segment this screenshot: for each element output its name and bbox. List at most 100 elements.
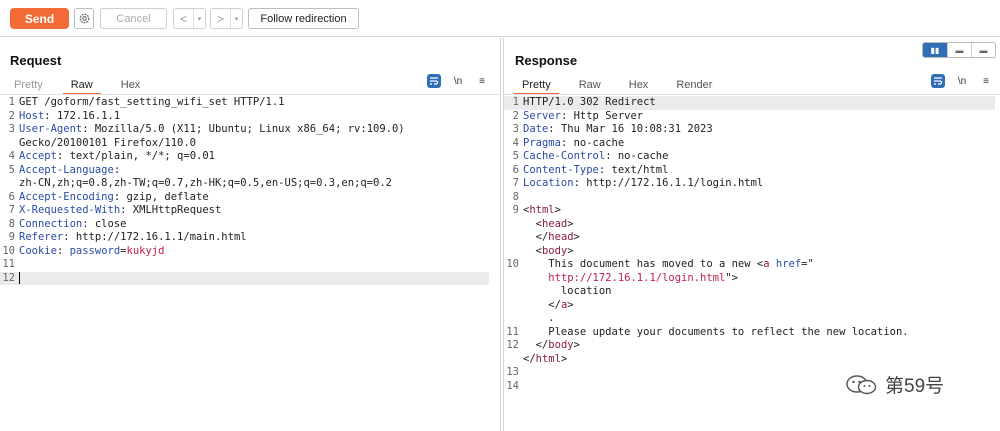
tab-render[interactable]: Render: [662, 75, 726, 94]
newline-toggle[interactable]: \n: [451, 74, 465, 88]
code-line[interactable]: 8: [504, 191, 1000, 205]
code-line[interactable]: 8 Connection: close: [0, 218, 500, 232]
line-number: 5: [8, 163, 15, 176]
token: : text/html: [598, 163, 669, 176]
layout-tabbed-button[interactable]: ▬: [971, 43, 995, 57]
chevron-down-icon[interactable]: ▾: [194, 15, 205, 23]
watermark: 第59号: [845, 371, 944, 398]
word-wrap-icon[interactable]: [427, 74, 441, 88]
token: Content-Type: [523, 163, 599, 176]
line-number: [504, 218, 523, 232]
request-tools: \n ≡: [427, 74, 489, 88]
wechat-icon: [846, 374, 877, 394]
line-text: </a>: [523, 299, 573, 313]
code-line[interactable]: 5 Cache-Control: no-cache: [504, 150, 1000, 164]
token: head: [548, 231, 574, 243]
code-line[interactable]: 2 Host: 172.16.1.1: [0, 110, 500, 124]
response-viewer[interactable]: 1 HTTP/1.0 302 Redirect 2 Server: Http Serv…: [504, 96, 1000, 393]
tab-hex[interactable]: Hex: [615, 75, 663, 94]
code-line[interactable]: 4 Pragma: no-cache: [504, 137, 1000, 151]
menu-icon[interactable]: ≡: [475, 74, 489, 88]
code-line[interactable]: 10 This document has moved to a new <a h…: [504, 258, 1000, 272]
tab-pretty[interactable]: Pretty: [0, 75, 57, 94]
settings-button[interactable]: [74, 8, 94, 29]
token: : Thu Mar 16 10:08:31 2023: [548, 123, 713, 135]
code-line[interactable]: 1 HTTP/1.0 302 Redirect: [504, 96, 995, 110]
token: This document has moved to a new <: [523, 258, 764, 270]
code-line[interactable]: 11 Please update your documents to refle…: [504, 326, 1000, 340]
layout-stacked-button[interactable]: ▬: [947, 43, 971, 57]
code-line[interactable]: 1 GET /goform/fast_setting_wifi_set HTTP/…: [0, 96, 500, 110]
code-line[interactable]: </html>: [504, 353, 1000, 367]
token: ">: [725, 271, 738, 284]
newline-toggle[interactable]: \n: [955, 74, 969, 88]
line-number: 4: [8, 150, 15, 162]
code-line[interactable]: 11: [0, 258, 500, 272]
line-text: Gecko/20100101 Firefox/110.0: [19, 137, 196, 151]
line-number: 7: [8, 204, 15, 216]
code-line[interactable]: 10 Cookie: password=kukyjd: [0, 245, 500, 259]
line-number: 6: [512, 163, 519, 176]
code-line[interactable]: 6 Content-Type: text/html: [504, 164, 1000, 178]
tab-hex[interactable]: Hex: [107, 75, 155, 94]
line-number: 3: [8, 123, 15, 135]
request-editor[interactable]: 1 GET /goform/fast_setting_wifi_set HTTP/…: [0, 96, 500, 285]
token: Connection: [19, 217, 83, 230]
token: Cookie: [19, 244, 57, 257]
back-button[interactable]: < ▾: [173, 8, 206, 29]
code-line[interactable]: 12: [0, 271, 489, 286]
tab-pretty[interactable]: Pretty: [508, 75, 565, 95]
code-line[interactable]: 4 Accept: text/plain, */*; q=0.01: [0, 150, 500, 164]
code-line[interactable]: 2 Server: Http Server: [504, 110, 1000, 124]
layout-side-by-side-button[interactable]: ▮▮: [923, 43, 947, 57]
token: : XMLHttpRequest: [120, 204, 222, 216]
line-number: 8: [512, 190, 519, 203]
code-line[interactable]: </head>: [504, 231, 1000, 245]
line-number: [504, 231, 523, 245]
code-line[interactable]: <head>: [504, 218, 1000, 232]
code-line[interactable]: 3 Date: Thu Mar 16 10:08:31 2023: [504, 123, 1000, 137]
code-line[interactable]: .: [504, 312, 1000, 326]
code-line[interactable]: http://172.16.1.1/login.html">: [504, 272, 1000, 286]
token: : close: [82, 217, 127, 230]
cancel-button[interactable]: Cancel: [100, 8, 167, 29]
chevron-down-icon[interactable]: ▾: [231, 15, 242, 23]
code-line[interactable]: 3 User-Agent: Mozilla/5.0 (X11; Ubuntu; L…: [0, 123, 500, 137]
code-line[interactable]: zh-CN,zh;q=0.8,zh-TW;q=0.7,zh-HK;q=0.5,e…: [0, 177, 500, 191]
tab-raw[interactable]: Raw: [565, 75, 615, 94]
token: body: [548, 339, 574, 351]
code-line[interactable]: <body>: [504, 245, 1000, 259]
line-text: Cache-Control: no-cache: [523, 150, 668, 164]
menu-icon[interactable]: ≡: [979, 74, 993, 88]
line-text: Please update your documents to reflect …: [523, 326, 908, 340]
line-number: 7: [512, 177, 519, 189]
code-line[interactable]: 5 Accept-Language:: [0, 164, 500, 178]
line-text: </body>: [523, 339, 580, 353]
line-text: Accept-Language:: [19, 164, 120, 178]
code-line[interactable]: </a>: [504, 299, 1000, 313]
send-button[interactable]: Send: [10, 8, 69, 29]
line-text: [19, 271, 20, 286]
code-line[interactable]: 7 X-Requested-With: XMLHttpRequest: [0, 204, 500, 218]
line-number: [504, 353, 523, 367]
line-text: Host: 172.16.1.1: [19, 110, 120, 124]
line-number: 6: [8, 190, 15, 203]
forward-button[interactable]: > ▾: [210, 8, 243, 29]
line-text: </html>: [523, 353, 567, 367]
code-line[interactable]: 12 </body>: [504, 339, 1000, 353]
code-line[interactable]: 7 Location: http://172.16.1.1/login.html: [504, 177, 1000, 191]
line-text: .: [523, 312, 554, 326]
code-line[interactable]: 9 Referer: http://172.16.1.1/main.html: [0, 231, 500, 245]
line-number: 2: [512, 109, 519, 122]
token: </: [523, 339, 549, 351]
token: href: [775, 258, 802, 270]
token: : no-cache: [605, 150, 669, 162]
word-wrap-icon[interactable]: [931, 74, 945, 88]
code-line[interactable]: 9 <html>: [504, 204, 1000, 218]
line-number: [504, 285, 523, 299]
code-line[interactable]: Gecko/20100101 Firefox/110.0: [0, 137, 500, 151]
code-line[interactable]: 6 Accept-Encoding: gzip, deflate: [0, 191, 500, 205]
tab-raw[interactable]: Raw: [57, 75, 107, 95]
code-line[interactable]: location: [504, 285, 1000, 299]
follow-redirection-button[interactable]: Follow redirection: [248, 8, 359, 29]
